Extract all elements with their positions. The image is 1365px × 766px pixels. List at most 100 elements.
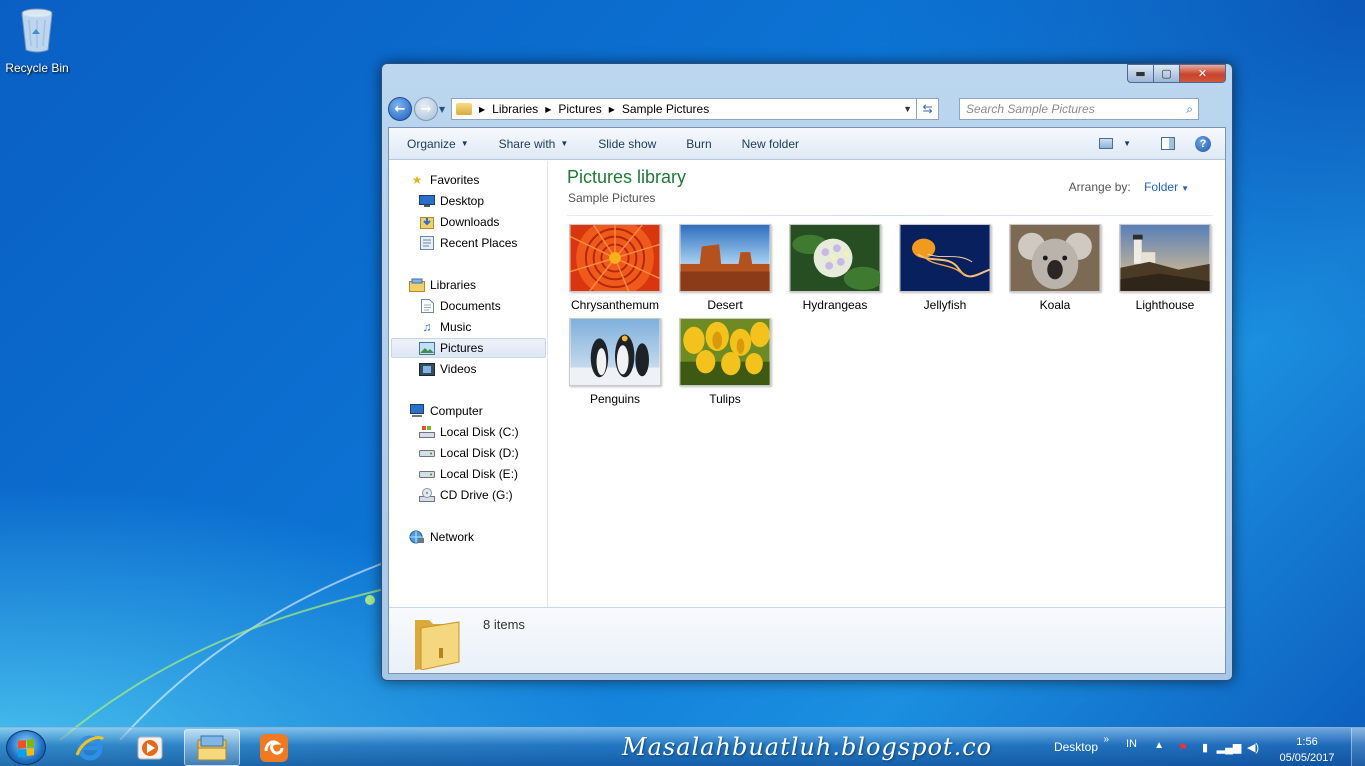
language-indicator[interactable]: IN — [1126, 738, 1137, 750]
nav-network[interactable]: Network — [409, 527, 474, 547]
nav-item-desktop[interactable]: Desktop — [419, 191, 484, 211]
nav-item-downloads[interactable]: Downloads — [419, 212, 499, 232]
navigation-pane: ★ Favorites Desktop Downloads Recent Pla… — [389, 161, 548, 607]
clock[interactable]: 1:56 05/05/2017 — [1273, 734, 1341, 766]
breadcrumb-sample-pictures[interactable]: Sample Pictures — [622, 102, 709, 116]
downloads-folder-icon — [419, 215, 435, 229]
nav-computer[interactable]: Computer — [409, 401, 483, 421]
file-item-penguins[interactable]: Penguins — [569, 318, 661, 406]
burn-button[interactable]: Burn — [686, 137, 711, 151]
forward-button[interactable]: → — [414, 97, 438, 121]
penguins-thumbnail — [569, 318, 661, 386]
breadcrumb-pictures[interactable]: Pictures — [558, 102, 601, 116]
nav-item-pictures[interactable]: Pictures — [391, 338, 546, 358]
windows-explorer-icon — [197, 735, 227, 760]
address-bar[interactable]: ▶ Libraries ▶ Pictures ▶ Sample Pictures… — [451, 98, 939, 120]
toolbar-expand-chevron-icon[interactable]: » — [1103, 734, 1109, 745]
share-with-label: Share with — [498, 136, 556, 151]
item-count: 8 items — [483, 617, 525, 632]
organize-button[interactable]: Organize ▼ — [407, 137, 469, 151]
internet-explorer-icon — [75, 735, 105, 760]
file-list-pane: Pictures library Sample Pictures Arrange… — [549, 161, 1225, 607]
refresh-button[interactable]: ⇆ — [916, 98, 938, 120]
header-divider — [567, 215, 1213, 216]
breadcrumb-separator-icon[interactable]: ▶ — [545, 105, 551, 114]
nav-item-label: Documents — [440, 299, 501, 313]
chevron-down-icon[interactable]: ▼ — [1181, 184, 1189, 193]
back-button[interactable]: ← — [388, 97, 412, 121]
minimize-button[interactable]: ▬ — [1127, 64, 1154, 83]
file-name: Jellyfish — [923, 298, 967, 312]
search-icon[interactable]: ⌕ — [1186, 102, 1193, 117]
preview-pane-icon[interactable] — [1161, 137, 1175, 150]
desktop-toolbar-label[interactable]: Desktop — [1054, 740, 1098, 754]
breadcrumb-separator-icon[interactable]: ▶ — [609, 105, 615, 114]
nav-item-recent-places[interactable]: Recent Places — [419, 233, 517, 253]
refresh-icon: ⇆ — [922, 102, 933, 116]
file-item-lighthouse[interactable]: Lighthouse — [1119, 224, 1211, 312]
view-options-dropdown[interactable]: ▼ — [1123, 139, 1131, 148]
star-icon: ★ — [411, 173, 423, 187]
nav-network-label: Network — [430, 530, 475, 544]
file-item-koala[interactable]: Koala — [1009, 224, 1101, 312]
nav-item-local-disk-e[interactable]: Local Disk (E:) — [419, 464, 518, 484]
address-history-dropdown[interactable]: ▼ — [903, 104, 912, 114]
breadcrumb-libraries[interactable]: Libraries — [492, 102, 538, 116]
nav-item-label: Local Disk (E:) — [440, 467, 519, 481]
pictures-icon — [419, 341, 435, 355]
recycle-bin-shortcut[interactable]: Recycle Bin — [4, 6, 70, 75]
new-folder-button[interactable]: New folder — [742, 137, 799, 151]
arrange-by-dropdown[interactable]: Folder — [1144, 180, 1178, 194]
help-icon[interactable]: ? — [1195, 135, 1211, 152]
clock-time: 1:56 — [1296, 736, 1318, 748]
nav-favorites[interactable]: ★ Favorites — [409, 170, 480, 190]
taskbar-windows-explorer[interactable] — [184, 729, 240, 766]
close-button[interactable]: ✕ — [1180, 64, 1226, 83]
breadcrumb-separator-icon[interactable]: ▶ — [479, 105, 485, 114]
taskbar-internet-explorer[interactable] — [62, 729, 118, 766]
share-with-button[interactable]: Share with ▼ — [499, 137, 569, 151]
file-item-tulips[interactable]: Tulips — [679, 318, 771, 406]
change-view-icon[interactable] — [1099, 138, 1114, 149]
file-name: Desert — [707, 298, 743, 312]
show-desktop-button[interactable] — [1351, 728, 1365, 766]
library-title: Pictures library — [567, 167, 687, 187]
toolbar-right: ▼ ? — [1099, 135, 1211, 152]
start-button[interactable] — [6, 730, 46, 765]
nav-item-label: Downloads — [440, 215, 500, 229]
nav-item-music[interactable]: ♫ Music — [419, 317, 472, 337]
volume-icon[interactable]: ◀) — [1246, 741, 1260, 754]
taskbar-media-player[interactable] — [122, 729, 178, 766]
show-hidden-icons-button[interactable]: ▲ — [1154, 740, 1164, 751]
maximize-button[interactable]: ▢ — [1154, 64, 1180, 83]
nav-item-local-disk-c[interactable]: Local Disk (C:) — [419, 422, 519, 442]
file-item-hydrangeas[interactable]: Hydrangeas — [789, 224, 881, 312]
power-plug-icon[interactable]: ▮ — [1198, 741, 1212, 754]
recycle-bin-label: Recycle Bin — [5, 61, 69, 75]
file-item-desert[interactable]: Desert — [679, 224, 771, 312]
search-field[interactable]: Search Sample Pictures ⌕ — [959, 98, 1199, 120]
taskbar-uc-browser[interactable] — [246, 729, 302, 766]
computer-icon — [409, 404, 425, 418]
system-drive-icon — [419, 425, 435, 439]
network-signal-icon[interactable]: ▂▄▆ — [1217, 741, 1242, 754]
explorer-window: ▬ ▢ ✕ ← → ▼ ▶ Libraries ▶ Pictures ▶ Sam… — [381, 63, 1233, 681]
nav-item-documents[interactable]: Documents — [419, 296, 501, 316]
flag-alert-icon[interactable]: ⚑ — [1176, 741, 1190, 754]
recent-pages-dropdown[interactable]: ▼ — [439, 105, 449, 114]
media-player-icon — [137, 736, 163, 759]
music-icon: ♫ — [422, 320, 432, 334]
arrange-by: Arrange by: Folder ▼ — [1069, 180, 1189, 194]
file-item-chrysanthemum[interactable]: Chrysanthemum — [569, 224, 661, 312]
file-item-jellyfish[interactable]: Jellyfish — [899, 224, 991, 312]
nav-item-label: Desktop — [440, 194, 485, 208]
nav-item-label: Pictures — [440, 341, 484, 355]
recycle-bin-icon — [21, 8, 53, 53]
nav-item-local-disk-d[interactable]: Local Disk (D:) — [419, 443, 519, 463]
nav-libraries[interactable]: Libraries — [409, 275, 476, 295]
file-name: Lighthouse — [1135, 298, 1195, 312]
nav-item-videos[interactable]: Videos — [419, 359, 476, 379]
slide-show-button[interactable]: Slide show — [598, 137, 656, 151]
nav-item-cd-drive[interactable]: CD Drive (G:) — [419, 485, 513, 505]
hard-drive-icon — [419, 467, 435, 481]
